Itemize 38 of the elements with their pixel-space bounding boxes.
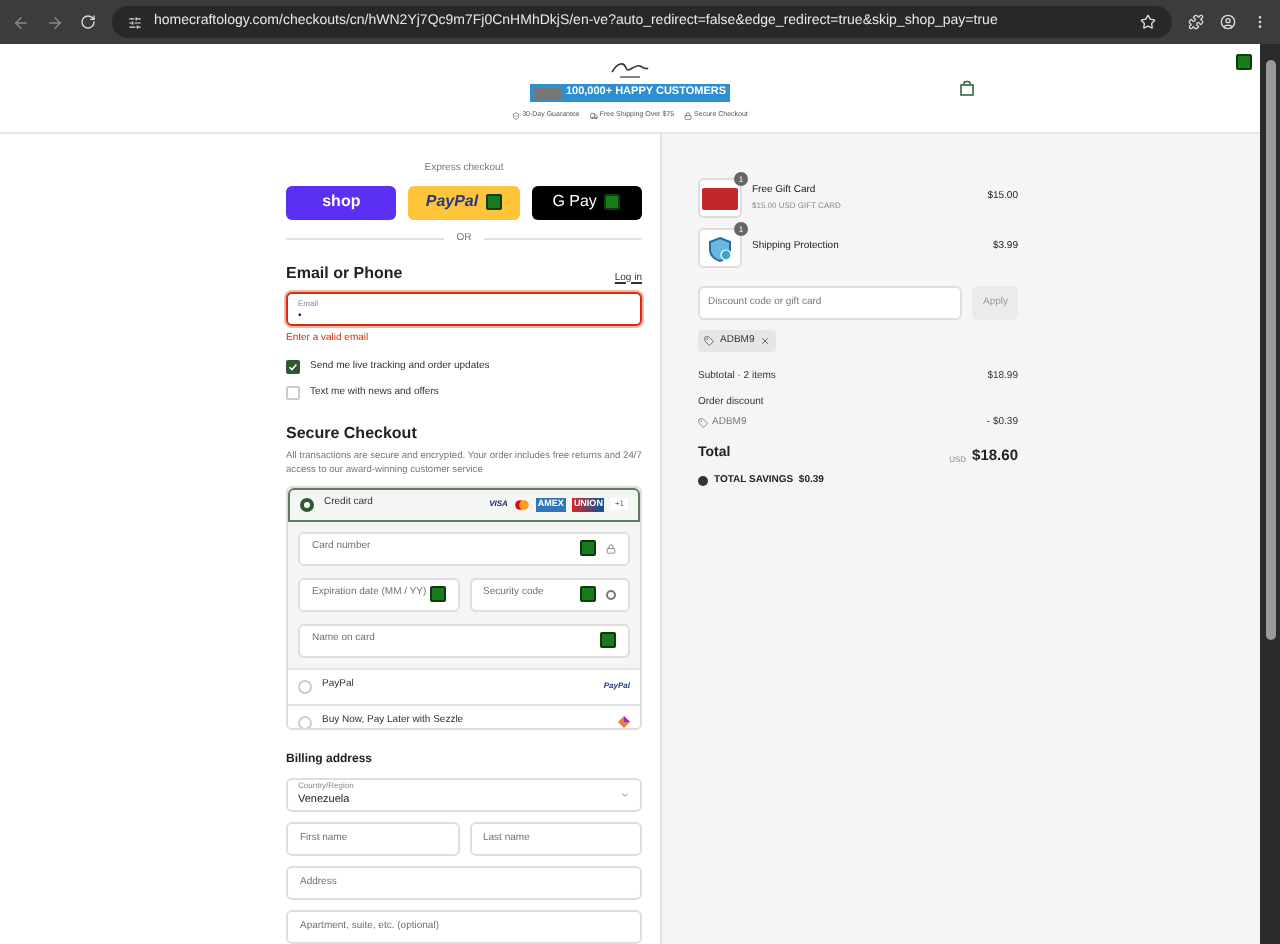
gpay-pay-button[interactable]: G Pay	[531, 185, 642, 219]
logo-drawing	[606, 60, 654, 80]
gift-card-thumbnail	[698, 178, 742, 218]
tag-icon	[704, 336, 714, 346]
checkbox[interactable]	[286, 386, 300, 401]
section-title: Secure Checkout	[286, 421, 419, 446]
sezzle-logo	[618, 716, 630, 728]
shopping-bag-icon[interactable]	[960, 80, 974, 96]
section-title: Email or Phone	[286, 262, 403, 286]
radio-button[interactable]	[300, 497, 314, 512]
savings-icon	[698, 476, 708, 486]
lock-icon	[684, 111, 693, 120]
customer-photos-placeholder	[533, 87, 562, 99]
extension-square-icon	[429, 586, 445, 603]
extension-square-icon	[580, 540, 596, 557]
site-info-icon[interactable]	[128, 15, 142, 29]
chevron-down-icon	[620, 789, 630, 800]
shield-thumbnail	[698, 228, 742, 268]
extension-square-icon	[604, 194, 621, 210]
shop-pay-button[interactable]: shop	[286, 185, 397, 219]
profile-icon[interactable]	[1220, 14, 1236, 30]
extension-square-icon	[486, 194, 503, 210]
star-icon[interactable]	[1140, 14, 1156, 30]
extension-square-icon	[1236, 54, 1252, 70]
truck-icon	[589, 111, 598, 120]
lock-icon	[606, 543, 616, 554]
checkbox[interactable]	[286, 359, 300, 374]
forward-icon[interactable]	[46, 13, 64, 31]
extension-square-icon	[600, 632, 616, 649]
paypal-pay-button[interactable]: PayPal	[408, 185, 520, 219]
shield-icon	[512, 111, 521, 120]
tag-icon	[698, 418, 708, 429]
mastercard-logo	[513, 499, 530, 510]
back-icon[interactable]	[12, 13, 30, 31]
puzzle-icon[interactable]	[1188, 14, 1204, 30]
reload-icon[interactable]	[80, 14, 96, 30]
extension-square-icon	[580, 586, 596, 603]
help-icon[interactable]	[606, 589, 616, 600]
